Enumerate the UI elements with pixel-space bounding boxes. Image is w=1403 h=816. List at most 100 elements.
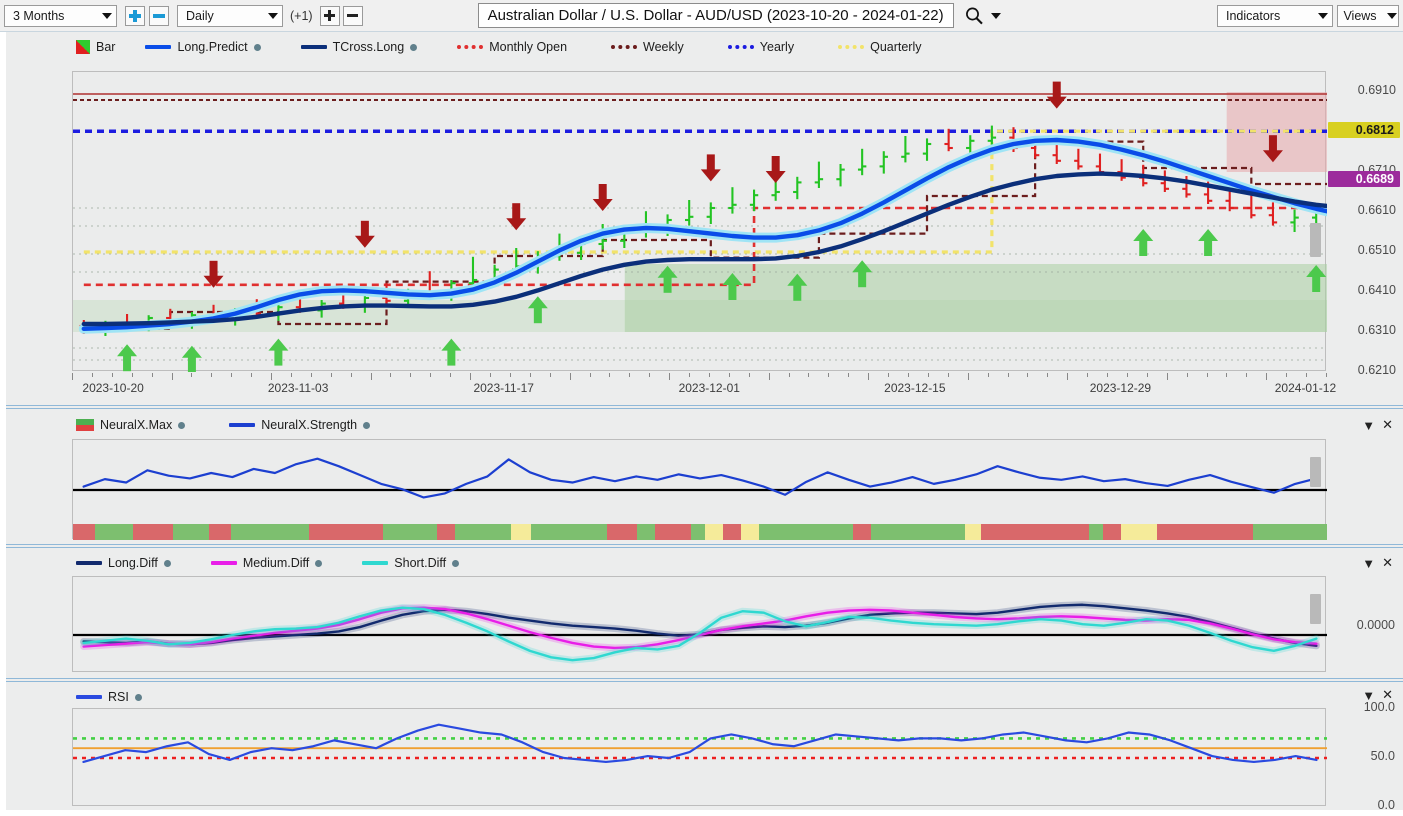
axis-tick [1306,373,1308,377]
price-scrollbar-thumb[interactable] [1310,223,1321,257]
panel-divider[interactable] [0,544,1403,548]
legend-item-long-diff[interactable]: Long.Diff [76,556,171,570]
neuralx-strength-line [82,457,1318,499]
axis-tick [1186,373,1188,377]
axis-tick [1286,373,1288,377]
chevron-down-icon [102,12,112,19]
indicators-menu[interactable]: Indicators [1217,4,1333,27]
legend-item-neuralx-strength[interactable]: NeuralX.Strength [229,418,371,432]
price-tick-label: 0.6410 [1357,283,1396,297]
zoom-out-button[interactable] [149,5,169,26]
legend-item-long-predict[interactable]: Long.Predict [145,40,261,54]
legend-settings-dot-icon[interactable] [253,43,261,51]
price-plot-area[interactable] [72,71,1327,372]
collapse-icon[interactable]: ▼ [1362,556,1375,571]
line-swatch-icon [145,45,172,49]
legend-item-short-diff[interactable]: Short.Diff [362,556,460,570]
panel-divider[interactable] [0,405,1403,409]
axis-tick [330,373,332,377]
diff-scrollbar-thumb[interactable] [1310,594,1321,624]
axis-tick [470,373,472,380]
date-tick-label: 2023-12-15 [884,381,946,395]
legend-item-medium-diff[interactable]: Medium.Diff [210,556,323,570]
zoom-in-button[interactable] [125,5,145,26]
neuralx-scrollbar-thumb[interactable] [1310,457,1321,487]
legend-label: TCross.Long [332,40,405,54]
axis-tick [91,373,93,377]
neuralx-plot-area[interactable] [72,439,1327,540]
bar-swatch-icon [76,40,90,54]
date-tick-label: 2023-10-20 [82,381,144,395]
legend-settings-dot-icon[interactable] [363,421,371,429]
search-dropdown-icon[interactable] [990,12,1001,19]
legend-item-neuralx-max[interactable]: NeuralX.Max [76,418,186,432]
legend-settings-dot-icon[interactable] [410,43,418,51]
axis-tick [1206,373,1208,377]
bars-decrease-button[interactable] [342,5,363,26]
diff-plot-area[interactable] [72,576,1327,672]
diff-legend: Long.Diff Medium.Diff Short.Diff [76,556,460,570]
axis-tick [1107,373,1109,377]
panel-divider[interactable] [0,678,1403,682]
legend-item-yearly[interactable]: Yearly [727,40,795,54]
rsi-plot-area[interactable] [72,708,1327,806]
legend-item-weekly[interactable]: Weekly [611,40,684,54]
range-select[interactable]: 3 Months [4,4,117,27]
rsi-legend: RSI [76,690,142,704]
interval-select[interactable]: Daily [177,4,283,27]
search-icon[interactable] [964,6,984,26]
legend-item-tcross-long[interactable]: TCross.Long [300,40,418,54]
date-tick-label: 2023-11-03 [267,381,329,395]
legend-label: Weekly [643,40,684,54]
axis-tick [1246,373,1248,377]
axis-tick [509,373,511,377]
legend-item-monthly-open[interactable]: Monthly Open [457,40,567,54]
close-icon[interactable]: ✕ [1382,555,1393,571]
legend-settings-dot-icon[interactable] [134,693,142,701]
legend-settings-dot-icon[interactable] [163,559,171,567]
buy-signal-arrow [181,345,202,372]
neuralx-legend: NeuralX.Max NeuralX.Strength [76,418,371,432]
legend-settings-dot-icon[interactable] [315,559,323,567]
legend-label: Yearly [759,40,795,54]
axis-tick [370,373,372,380]
line-swatch-icon [229,423,256,427]
legend-settings-dot-icon[interactable] [452,559,460,567]
axis-tick [808,373,810,377]
axis-tick [708,373,710,377]
sell-signal-arrow [354,220,375,248]
price-tag-current: 0.6689 [1328,171,1400,188]
top-toolbar: 3 Months Daily (+1) Australian Dollar / … [0,0,1403,32]
sell-signal-arrow [592,184,613,211]
axis-tick [1326,373,1327,377]
axis-tick [171,373,173,380]
legend-item-bar[interactable]: Bar [76,40,115,54]
date-tick-label: 2023-11-17 [473,381,534,395]
axis-tick [728,373,730,377]
close-icon[interactable]: ✕ [1382,687,1393,703]
chevron-down-icon [1318,12,1328,19]
views-menu[interactable]: Views [1337,4,1399,27]
interval-select-value: Daily [186,8,214,23]
diff-panel: Long.Diff Medium.Diff Short.Diff 0.0000 ▼ … [0,550,1403,678]
collapse-icon[interactable]: ▼ [1362,418,1375,433]
sell-signal-arrow [765,156,786,183]
axis-tick [888,373,890,377]
heat-swatch-icon [76,419,94,431]
line-swatch-icon [76,695,102,699]
bars-increase-button[interactable] [319,5,340,26]
legend-item-rsi[interactable]: RSI [76,690,142,704]
legend-item-quarterly[interactable]: Quarterly [838,40,922,54]
rsi-line [82,723,1318,764]
collapse-icon[interactable]: ▼ [1362,688,1375,703]
legend-settings-dot-icon[interactable] [178,421,186,429]
symbol-field[interactable]: Australian Dollar / U.S. Dollar - AUD/US… [477,3,954,28]
axis-tick [131,373,133,377]
axis-tick [251,373,253,377]
axis-tick [609,373,611,377]
price-tag-yearly: 0.6812 [1328,122,1400,139]
axis-tick [410,373,412,377]
axis-tick [1007,373,1009,377]
close-icon[interactable]: ✕ [1382,417,1393,433]
axis-tick [310,373,312,377]
